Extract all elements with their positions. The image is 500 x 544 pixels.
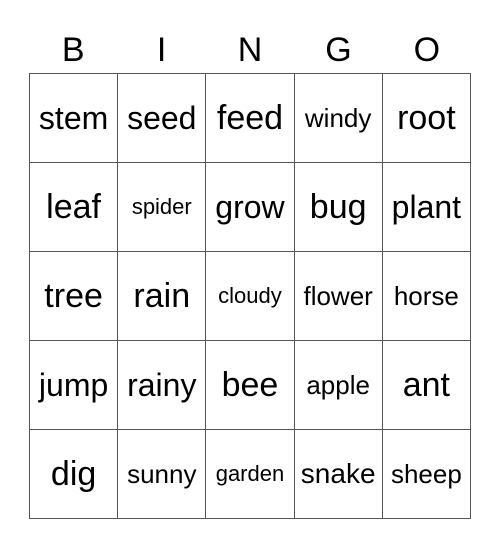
header-letter-i: I [156,31,167,69]
bingo-cell: tree [28,251,119,341]
bingo-cell: seed [117,73,207,163]
bingo-cell: flower [293,251,383,341]
header-letter-g: G [325,31,352,69]
bingo-cell: feed [205,73,295,163]
bingo-cell: bug [293,162,383,252]
bingo-row: dig sunny garden snake sheep [28,429,472,519]
bingo-row: stem seed feed windy root [28,73,472,163]
bingo-card: stem seed feed windy root leaf spider gr… [28,73,472,519]
bingo-header: B I N G O [29,28,471,72]
bingo-cell: spider [117,162,207,252]
bingo-row: jump rainy bee apple ant [28,340,472,430]
bingo-cell: grow [205,162,295,252]
bingo-cell: apple [293,340,383,430]
bingo-cell: rainy [117,340,207,430]
bingo-row: tree rain cloudy flower horse [28,251,472,341]
bingo-cell: sheep [381,429,472,519]
bingo-cell: dig [28,429,119,519]
header-letter-o: O [413,31,441,69]
bingo-cell: windy [293,73,383,163]
bingo-cell: horse [381,251,472,341]
bingo-cell: jump [28,340,119,430]
bingo-cell: cloudy [205,251,295,341]
bingo-cell: bee [205,340,295,430]
header-letter-n: N [237,31,263,69]
bingo-cell: rain [117,251,207,341]
bingo-cell: leaf [28,162,119,252]
bingo-cell: plant [381,162,472,252]
bingo-cell: sunny [117,429,207,519]
bingo-cell: stem [28,73,119,163]
bingo-cell: root [381,73,472,163]
bingo-cell: snake [293,429,383,519]
bingo-cell: garden [205,429,295,519]
header-letter-b: B [61,31,85,69]
bingo-cell: ant [381,340,472,430]
bingo-row: leaf spider grow bug plant [28,162,472,252]
